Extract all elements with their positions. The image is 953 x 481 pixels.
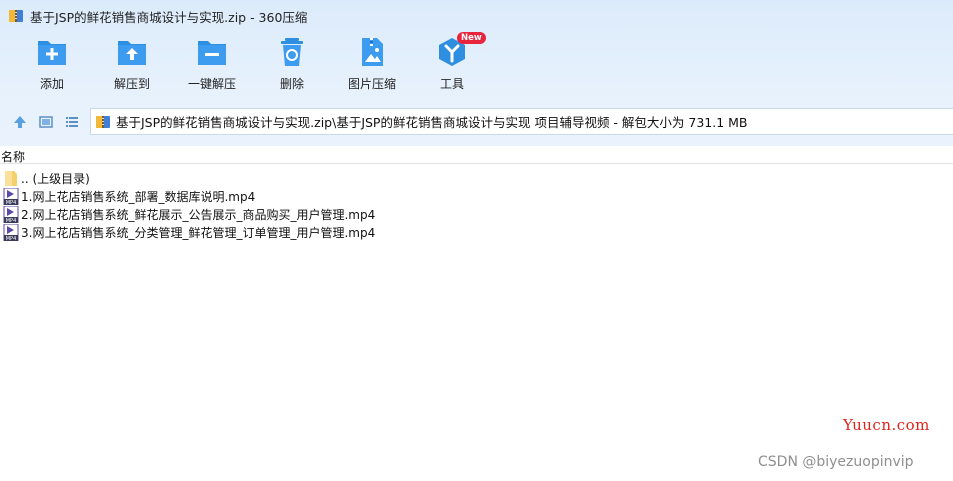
list-view-icon[interactable]	[64, 114, 80, 130]
one-click-extract-label: 一键解压	[187, 77, 236, 91]
navigation-row: 基于JSP的鲜花销售商城设计与实现.zip\基于JSP的鲜花销售商城设计与实现 …	[0, 108, 953, 135]
app-window: 基于JSP的鲜花销售商城设计与实现.zip - 360压缩 添加 解压到 一键解…	[0, 0, 953, 481]
one-click-extract-icon	[198, 41, 226, 65]
path-bar[interactable]: 基于JSP的鲜花销售商城设计与实现.zip\基于JSP的鲜花销售商城设计与实现 …	[90, 108, 953, 135]
list-item[interactable]: MP4 2.网上花店销售系统_鲜花展示_公告展示_商品购买_用户管理.mp4	[0, 205, 953, 223]
trash-icon	[281, 38, 303, 66]
image-compress-button[interactable]: 图片压缩	[332, 36, 412, 96]
file-list: .. (上级目录) MP4 1.网上花店销售系统_部署_数据库说明.mp4 MP…	[0, 169, 953, 241]
one-click-extract-button[interactable]: 一键解压	[172, 36, 252, 96]
tools-label: 工具	[439, 77, 464, 91]
column-header: 名称	[0, 146, 953, 164]
image-compress-icon	[362, 38, 383, 66]
up-arrow-icon[interactable]	[12, 114, 28, 130]
thumbnail-view-icon[interactable]	[38, 114, 54, 130]
column-name-header[interactable]: 名称	[1, 148, 25, 165]
mp4-file-icon: MP4	[3, 187, 19, 205]
site-watermark: Yuucn.com	[843, 416, 930, 434]
extract-to-icon	[118, 41, 146, 65]
zip-archive-icon	[96, 115, 110, 128]
list-item-label: 2.网上花店销售系统_鲜花展示_公告展示_商品购买_用户管理.mp4	[21, 207, 376, 222]
csdn-watermark: CSDN @biyezuopinvip	[758, 454, 914, 470]
folder-icon	[5, 170, 17, 186]
add-label: 添加	[39, 77, 64, 91]
window-title: 基于JSP的鲜花销售商城设计与实现.zip - 360压缩	[30, 9, 308, 25]
list-item-label: .. (上级目录)	[21, 171, 90, 186]
top-area: 基于JSP的鲜花销售商城设计与实现.zip - 360压缩 添加 解压到 一键解…	[0, 0, 953, 146]
toolbar: 添加 解压到 一键解压 删除 图片压缩 New 工具	[0, 32, 953, 96]
list-item[interactable]: MP4 1.网上花店销售系统_部署_数据库说明.mp4	[0, 187, 953, 205]
delete-button[interactable]: 删除	[252, 36, 332, 96]
list-item-label: 3.网上花店销售系统_分类管理_鲜花管理_订单管理_用户管理.mp4	[21, 225, 376, 240]
path-text: 基于JSP的鲜花销售商城设计与实现.zip\基于JSP的鲜花销售商城设计与实现 …	[116, 115, 748, 130]
add-folder-icon	[38, 41, 66, 65]
new-badge: New	[457, 32, 486, 44]
mp4-file-icon: MP4	[3, 223, 19, 241]
image-compress-label: 图片压缩	[347, 77, 396, 91]
title-bar: 基于JSP的鲜花销售商城设计与实现.zip - 360压缩	[0, 0, 953, 32]
add-button[interactable]: 添加	[12, 36, 92, 96]
list-item-label: 1.网上花店销售系统_部署_数据库说明.mp4	[21, 189, 256, 204]
list-item-parent[interactable]: .. (上级目录)	[0, 169, 953, 187]
svg-text:MP4: MP4	[6, 200, 17, 205]
svg-text:MP4: MP4	[6, 218, 17, 223]
zip-archive-icon	[9, 10, 23, 22]
delete-label: 删除	[279, 77, 304, 91]
mp4-file-icon: MP4	[3, 205, 19, 223]
extract-to-button[interactable]: 解压到	[92, 36, 172, 96]
svg-text:MP4: MP4	[6, 236, 17, 241]
tools-button[interactable]: New 工具	[412, 32, 492, 96]
list-item[interactable]: MP4 3.网上花店销售系统_分类管理_鲜花管理_订单管理_用户管理.mp4	[0, 223, 953, 241]
extract-to-label: 解压到	[113, 77, 150, 91]
